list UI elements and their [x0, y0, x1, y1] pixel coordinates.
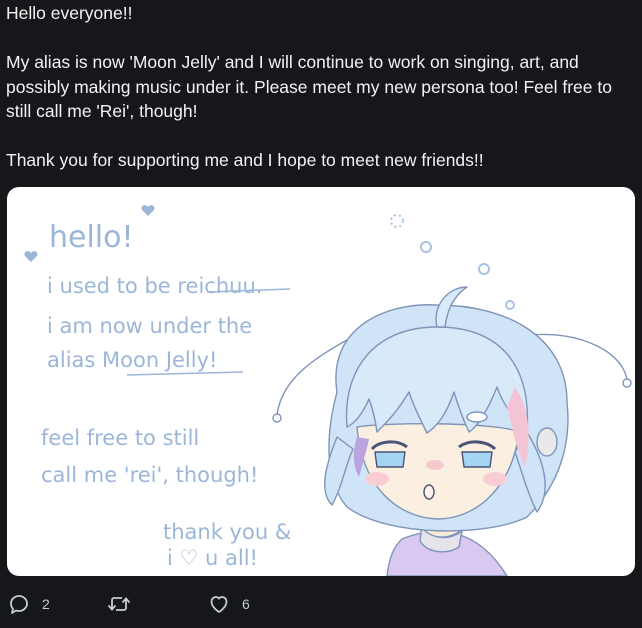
tweet: Hello everyone!! My alias is now 'Moon J…: [0, 0, 642, 628]
reply-icon: [6, 591, 32, 617]
handwriting-line6: thank you &: [163, 520, 291, 544]
character: [272, 286, 632, 576]
tweet-text: Hello everyone!! My alias is now 'Moon J…: [6, 1, 636, 173]
retweet-icon: [106, 591, 132, 617]
tweet-paragraph-2: My alias is now 'Moon Jelly' and I will …: [6, 52, 612, 121]
like-button[interactable]: 6: [206, 590, 250, 618]
handwriting-greeting: hello!: [49, 220, 134, 255]
reply-button[interactable]: 2: [6, 590, 50, 618]
handwriting-line3: alias Moon Jelly!: [47, 348, 217, 372]
small-heart-icon: [141, 205, 155, 216]
tweet-image[interactable]: hello! i used to be reichuu. i am now un…: [7, 187, 635, 576]
tweet-paragraph-1: Hello everyone!!: [6, 3, 133, 23]
illustration: hello! i used to be reichuu. i am now un…: [24, 205, 632, 576]
tweet-paragraph-3: Thank you for supporting me and I hope t…: [6, 150, 484, 170]
handwriting-line7: i ♡ u all!: [167, 546, 258, 570]
handwriting-line2: i am now under the: [47, 314, 252, 338]
reply-count: 2: [42, 596, 50, 612]
handwriting-line4: feel free to still: [41, 426, 199, 450]
tweet-actions: 2 6: [0, 590, 642, 620]
small-heart-icon: [24, 251, 38, 262]
handwriting-line1: i used to be reichuu.: [47, 274, 262, 298]
handwriting-line5: call me 'rei', though!: [41, 463, 258, 487]
heart-icon: [206, 591, 232, 617]
like-count: 6: [242, 596, 250, 612]
retweet-button[interactable]: [106, 590, 142, 618]
